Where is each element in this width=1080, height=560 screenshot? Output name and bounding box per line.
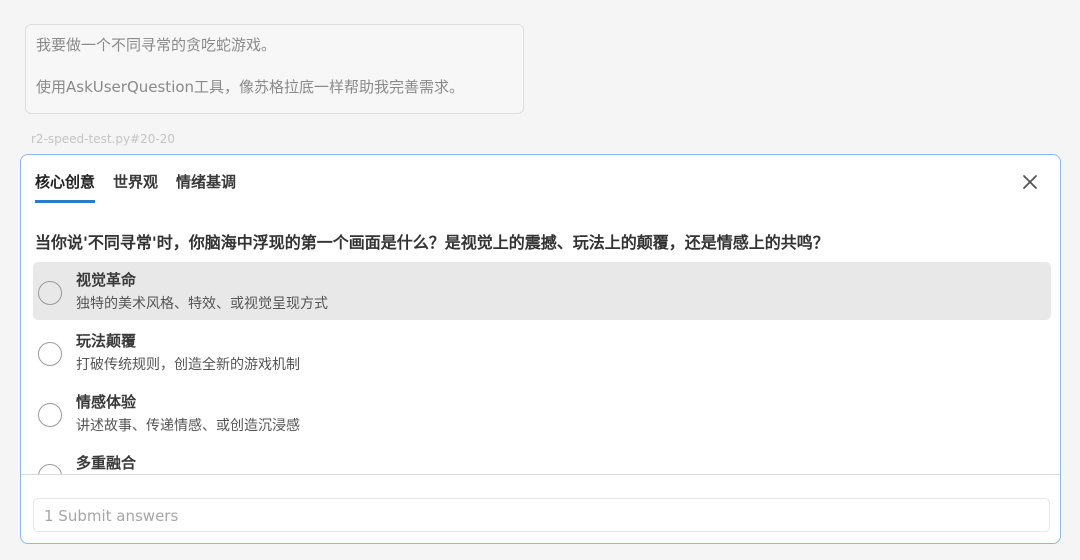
file-reference[interactable]: r2-speed-test.py#20-20 [31,132,175,146]
tab-mood[interactable]: 情绪基调 [176,171,236,203]
submit-answers-button[interactable]: 1 Submit answers [33,498,1050,532]
option-gameplay-subversion[interactable]: 玩法颠覆 打破传统规则，创造全新的游戏机制 [33,323,1051,381]
radio-button[interactable] [38,403,62,427]
user-message-line-2: 使用AskUserQuestion工具，像苏格拉底一样帮助我完善需求。 [36,78,465,96]
option-title: 视觉革命 [76,271,137,289]
options-list: 视觉革命 独特的美术风格、特效、或视觉呈现方式 玩法颠覆 打破传统规则，创造全新… [33,262,1051,474]
option-description: 独特的美术风格、特效、或视觉呈现方式 [76,296,328,312]
question-text: 当你说'不同寻常'时，你脑海中浮现的第一个画面是什么？是视觉上的震撼、玩法上的颠… [35,233,829,252]
close-icon[interactable] [1020,172,1040,192]
option-description: 讲述故事、传递情感、或创造沉浸感 [76,418,300,434]
user-message: 我要做一个不同寻常的贪吃蛇游戏。 使用AskUserQuestion工具，像苏格… [25,24,524,114]
radio-button[interactable] [38,342,62,366]
option-title: 情感体验 [76,393,137,411]
question-tabs: 核心创意 世界观 情绪基调 [35,171,236,203]
radio-button[interactable] [38,281,62,305]
ask-user-question-panel: 核心创意 世界观 情绪基调 当你说'不同寻常'时，你脑海中浮现的第一个画面是什么… [20,154,1061,544]
option-emotional-experience[interactable]: 情感体验 讲述故事、传递情感、或创造沉浸感 [33,384,1051,442]
option-title: 多重融合 [76,454,137,472]
option-title: 玩法颠覆 [76,332,137,350]
tab-core-idea[interactable]: 核心创意 [35,171,96,203]
radio-button[interactable] [38,464,62,474]
option-multi-fusion[interactable]: 多重融合 [33,445,1051,474]
tab-worldview[interactable]: 世界观 [113,171,158,203]
option-visual-revolution[interactable]: 视觉革命 独特的美术风格、特效、或视觉呈现方式 [33,262,1051,320]
divider [21,474,1060,475]
user-message-line-1: 我要做一个不同寻常的贪吃蛇游戏。 [36,36,277,54]
option-description: 打破传统规则，创造全新的游戏机制 [76,357,300,373]
